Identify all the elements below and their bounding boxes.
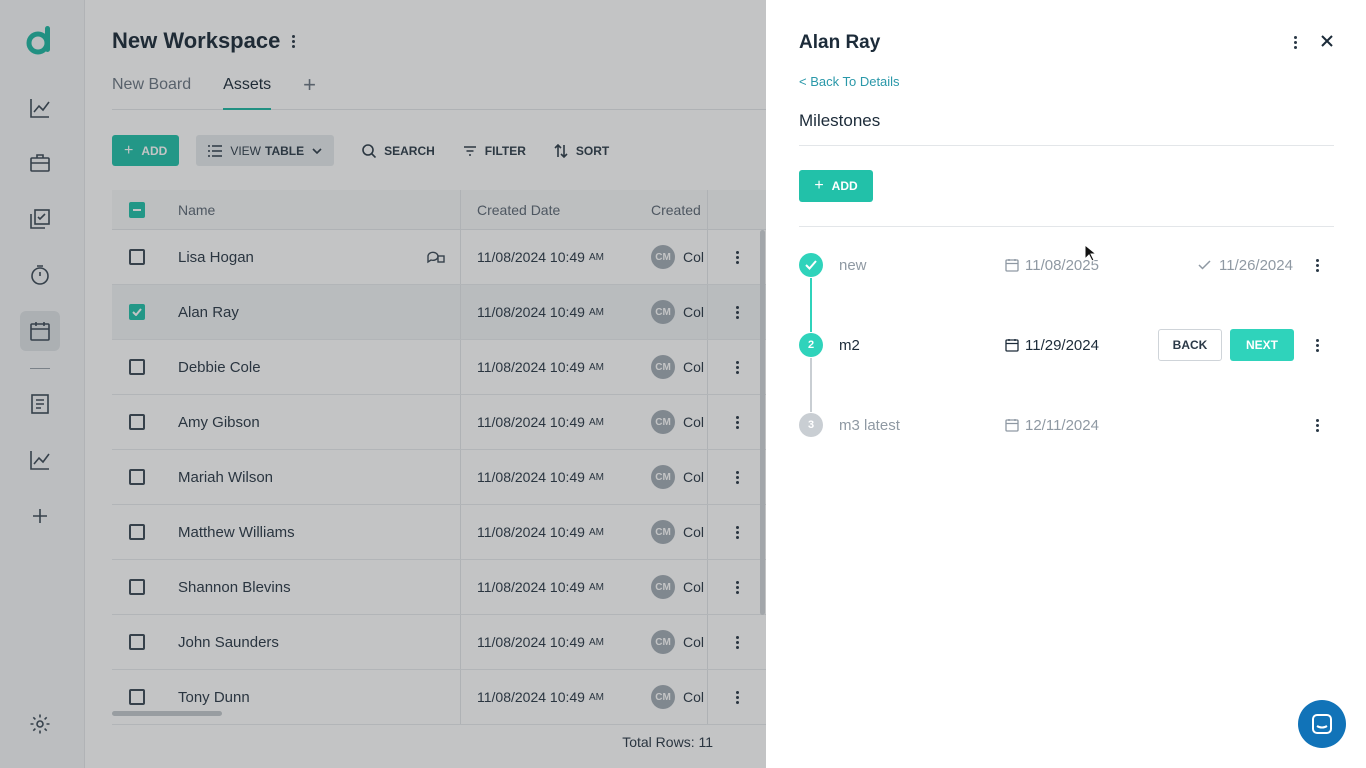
back-button[interactable]: BACK xyxy=(1158,329,1222,361)
panel-menu-icon[interactable] xyxy=(1294,36,1297,49)
milestone-date-value: 12/11/2024 xyxy=(1025,416,1099,434)
add-milestone-button[interactable]: + ADD xyxy=(799,170,873,202)
milestone-connector xyxy=(810,358,812,412)
divider xyxy=(799,145,1334,146)
calendar-icon xyxy=(1005,259,1019,272)
calendar-icon xyxy=(1005,339,1019,352)
milestone-date: 11/29/2024 xyxy=(1005,337,1099,354)
milestone-menu-icon[interactable] xyxy=(1316,258,1319,272)
milestone-step: 3 xyxy=(799,413,823,437)
milestone-menu-icon[interactable] xyxy=(1316,418,1319,432)
check-icon xyxy=(1198,260,1211,270)
calendar-icon xyxy=(1005,419,1019,432)
milestone-item[interactable]: 2 m2 11/29/2024 BACK NEXT xyxy=(799,329,1334,361)
milestone-done-icon xyxy=(799,253,823,277)
details-panel: Alan Ray < Back To Details Milestones + … xyxy=(766,0,1366,768)
milestone-step: 2 xyxy=(799,333,823,357)
section-title: Milestones xyxy=(799,111,881,130)
milestone-item[interactable]: 3 m3 latest 12/11/2024 xyxy=(799,410,1334,440)
back-to-details-link[interactable]: < Back To Details xyxy=(799,74,900,89)
close-icon[interactable] xyxy=(1320,34,1334,48)
milestone-completed: 11/26/2024 xyxy=(1198,257,1293,274)
milestone-item[interactable]: new 11/08/2025 11/26/2024 xyxy=(799,250,1334,280)
milestone-menu-icon[interactable] xyxy=(1316,338,1319,352)
milestone-name: m2 xyxy=(839,336,860,354)
panel-title: Alan Ray xyxy=(799,32,881,53)
milestone-name: new xyxy=(839,256,867,274)
mouse-cursor-icon xyxy=(1084,244,1096,262)
add-milestone-label: ADD xyxy=(831,179,858,193)
divider xyxy=(799,226,1334,227)
milestone-completed-date: 11/26/2024 xyxy=(1219,256,1293,274)
milestone-name: m3 latest xyxy=(839,416,900,434)
chat-icon xyxy=(1312,714,1332,734)
milestone-date-value: 11/29/2024 xyxy=(1025,336,1099,354)
milestone-date: 12/11/2024 xyxy=(1005,417,1099,434)
plus-icon: + xyxy=(814,177,824,194)
chat-launcher-button[interactable] xyxy=(1298,700,1346,748)
workspace-app: New Workspace New Board Assets + + ADD V… xyxy=(0,0,766,768)
next-button[interactable]: NEXT xyxy=(1230,329,1294,361)
modal-overlay[interactable] xyxy=(0,0,766,768)
milestone-connector xyxy=(810,278,812,332)
